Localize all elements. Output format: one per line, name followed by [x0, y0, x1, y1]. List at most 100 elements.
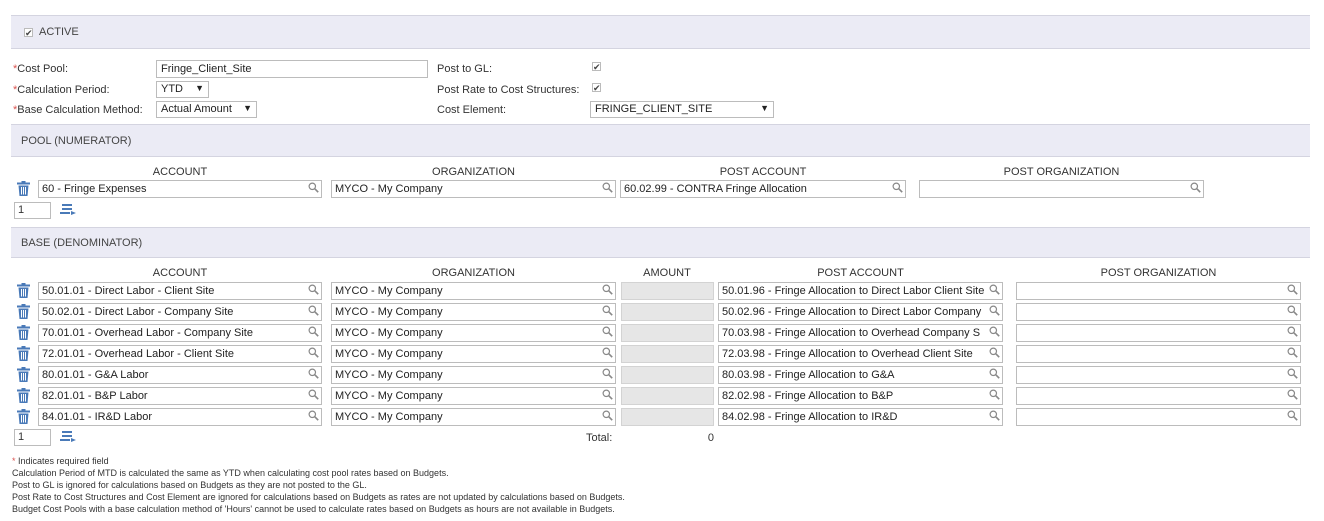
account-lookup[interactable]: 80.01.01 - G&A Labor: [38, 366, 322, 384]
search-icon[interactable]: [308, 182, 319, 193]
post-organization-lookup[interactable]: [1016, 387, 1301, 405]
search-icon[interactable]: [1287, 326, 1298, 337]
add-rows-icon[interactable]: [60, 430, 76, 444]
search-icon[interactable]: [989, 389, 1000, 400]
post-account-lookup[interactable]: 72.03.98 - Fringe Allocation to Overhead…: [718, 345, 1003, 363]
search-icon[interactable]: [308, 389, 319, 400]
account-lookup[interactable]: 60 - Fringe Expenses: [38, 180, 322, 198]
post-account-lookup-value: 50.01.96 - Fringe Allocation to Direct L…: [722, 285, 985, 297]
chevron-down-icon: ▼: [243, 103, 252, 113]
account-lookup[interactable]: 50.02.01 - Direct Labor - Company Site: [38, 303, 322, 321]
trash-icon[interactable]: [16, 283, 31, 298]
organization-lookup[interactable]: MYCO - My Company: [331, 180, 616, 198]
post-gl-checkbox[interactable]: ✔: [592, 62, 601, 72]
post-organization-lookup[interactable]: [1016, 303, 1301, 321]
calc-period-select[interactable]: YTD ▼: [156, 81, 209, 98]
post-account-lookup[interactable]: 70.03.98 - Fringe Allocation to Overhead…: [718, 324, 1003, 342]
post-account-lookup[interactable]: 50.01.96 - Fringe Allocation to Direct L…: [718, 282, 1003, 300]
search-icon[interactable]: [602, 182, 613, 193]
account-lookup[interactable]: 84.01.01 - IR&D Labor: [38, 408, 322, 426]
search-icon[interactable]: [308, 326, 319, 337]
amount-field: [621, 303, 714, 321]
post-account-lookup[interactable]: 60.02.99 - CONTRA Fringe Allocation: [620, 180, 906, 198]
search-icon[interactable]: [1287, 389, 1298, 400]
post-account-lookup-value: 70.03.98 - Fringe Allocation to Overhead…: [722, 327, 981, 339]
organization-lookup[interactable]: MYCO - My Company: [331, 408, 616, 426]
base-page-input[interactable]: 1: [14, 429, 51, 446]
search-icon[interactable]: [989, 410, 1000, 421]
search-icon[interactable]: [989, 347, 1000, 358]
account-lookup[interactable]: 50.01.01 - Direct Labor - Client Site: [38, 282, 322, 300]
search-icon[interactable]: [989, 305, 1000, 316]
cost-element-select[interactable]: FRINGE_CLIENT_SITE ▼: [590, 101, 774, 118]
base-method-select[interactable]: Actual Amount ▼: [156, 101, 257, 118]
post-organization-lookup[interactable]: [1016, 345, 1301, 363]
trash-icon[interactable]: [16, 346, 31, 361]
search-icon[interactable]: [1287, 368, 1298, 379]
post-account-lookup[interactable]: 80.03.98 - Fringe Allocation to G&A: [718, 366, 1003, 384]
trash-icon[interactable]: [16, 367, 31, 382]
post-account-lookup[interactable]: 50.02.96 - Fringe Allocation to Direct L…: [718, 303, 1003, 321]
base-amount-header: AMOUNT: [643, 267, 691, 279]
post-organization-lookup[interactable]: [919, 180, 1204, 198]
post-organization-lookup[interactable]: [1016, 282, 1301, 300]
search-icon[interactable]: [1287, 305, 1298, 316]
cost-pool-input[interactable]: Fringe_Client_Site: [156, 60, 428, 78]
search-icon[interactable]: [602, 284, 613, 295]
search-icon[interactable]: [1287, 410, 1298, 421]
active-header-bar: ✔ ACTIVE: [11, 15, 1310, 49]
post-organization-lookup[interactable]: [1016, 324, 1301, 342]
search-icon[interactable]: [602, 368, 613, 379]
post-organization-lookup[interactable]: [1016, 366, 1301, 384]
pool-page-input[interactable]: 1: [14, 202, 51, 219]
search-icon[interactable]: [1287, 347, 1298, 358]
active-checkbox[interactable]: ✔: [24, 28, 33, 38]
organization-lookup[interactable]: MYCO - My Company: [331, 387, 616, 405]
total-value: 0: [707, 432, 714, 444]
organization-lookup[interactable]: MYCO - My Company: [331, 366, 616, 384]
search-icon[interactable]: [308, 284, 319, 295]
search-icon[interactable]: [602, 305, 613, 316]
search-icon[interactable]: [602, 410, 613, 421]
cost-pool-label: *Cost Pool:: [13, 63, 69, 75]
search-icon[interactable]: [892, 182, 903, 193]
base-organization-header: ORGANIZATION: [432, 267, 515, 279]
search-icon[interactable]: [1190, 182, 1201, 193]
search-icon[interactable]: [989, 284, 1000, 295]
search-icon[interactable]: [1287, 284, 1298, 295]
trash-icon[interactable]: [16, 325, 31, 340]
trash-icon[interactable]: [16, 409, 31, 424]
account-lookup-value: 60 - Fringe Expenses: [42, 183, 147, 195]
organization-lookup[interactable]: MYCO - My Company: [331, 324, 616, 342]
post-account-lookup-value: 80.03.98 - Fringe Allocation to G&A: [722, 369, 895, 381]
trash-icon[interactable]: [16, 181, 31, 196]
pool-post-account-header: POST ACCOUNT: [719, 166, 807, 178]
search-icon[interactable]: [308, 305, 319, 316]
post-account-lookup[interactable]: 84.02.98 - Fringe Allocation to IR&D: [718, 408, 1003, 426]
base-section-header: BASE (DENOMINATOR): [11, 227, 1310, 258]
search-icon[interactable]: [602, 389, 613, 400]
account-lookup[interactable]: 70.01.01 - Overhead Labor - Company Site: [38, 324, 322, 342]
organization-lookup[interactable]: MYCO - My Company: [331, 282, 616, 300]
search-icon[interactable]: [308, 347, 319, 358]
post-rate-checkbox[interactable]: ✔: [592, 83, 601, 93]
organization-lookup[interactable]: MYCO - My Company: [331, 345, 616, 363]
base-post-account-header: POST ACCOUNT: [817, 267, 904, 279]
add-rows-icon[interactable]: [60, 203, 76, 217]
organization-lookup-value: MYCO - My Company: [335, 327, 443, 339]
search-icon[interactable]: [602, 347, 613, 358]
post-account-lookup[interactable]: 82.02.98 - Fringe Allocation to B&P: [718, 387, 1003, 405]
account-lookup[interactable]: 72.01.01 - Overhead Labor - Client Site: [38, 345, 322, 363]
trash-icon[interactable]: [16, 388, 31, 403]
search-icon[interactable]: [308, 410, 319, 421]
base-post-organization-header: POST ORGANIZATION: [1100, 267, 1217, 279]
search-icon[interactable]: [308, 368, 319, 379]
organization-lookup-value: MYCO - My Company: [335, 306, 443, 318]
search-icon[interactable]: [602, 326, 613, 337]
post-organization-lookup[interactable]: [1016, 408, 1301, 426]
search-icon[interactable]: [989, 368, 1000, 379]
organization-lookup[interactable]: MYCO - My Company: [331, 303, 616, 321]
account-lookup[interactable]: 82.01.01 - B&P Labor: [38, 387, 322, 405]
trash-icon[interactable]: [16, 304, 31, 319]
search-icon[interactable]: [989, 326, 1000, 337]
